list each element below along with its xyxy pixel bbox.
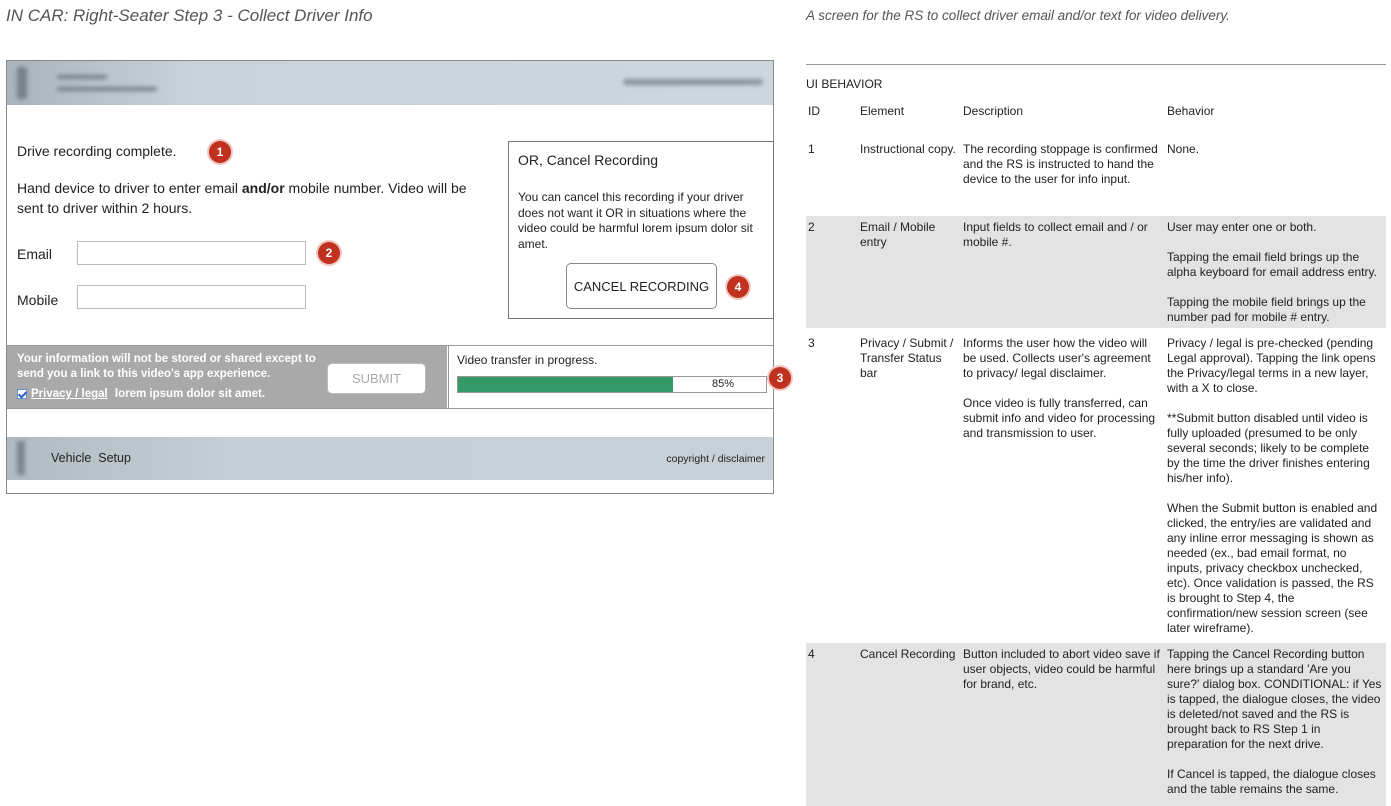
header-user-link[interactable] <box>623 79 763 85</box>
row-description: Button included to abort video save if u… <box>963 647 1163 692</box>
row-behavior: Tapping the Cancel Recording button here… <box>1167 647 1384 797</box>
description-paragraph: Informs the user how the video will be u… <box>963 336 1151 380</box>
email-field[interactable] <box>77 241 306 265</box>
header-description: Description <box>963 104 1024 118</box>
description-paragraph: Input fields to collect email and / or m… <box>963 220 1148 249</box>
table-row: 3 Privacy / Submit / Transfer Status bar I… <box>806 332 1386 635</box>
behavior-paragraph: Tapping the mobile field brings up the n… <box>1167 295 1366 324</box>
privacy-consent-row: Privacy / legal lorem ipsum dolor sit am… <box>17 388 265 400</box>
app-footer: Vehicle Setup copyright / disclaimer <box>7 437 773 480</box>
header-behavior: Behavior <box>1167 104 1215 118</box>
logo <box>17 65 177 101</box>
behavior-paragraph: When the Submit button is enabled and cl… <box>1167 501 1378 635</box>
transfer-label: Video transfer in progress. <box>457 353 598 367</box>
privacy-checkbox[interactable] <box>17 389 27 399</box>
row-element: Privacy / Submit / Transfer Status bar <box>860 336 954 380</box>
cancel-panel-body: You can cancel this recording if your dr… <box>518 190 753 251</box>
row-id: 4 <box>808 647 815 661</box>
privacy-notice: Your information will not be stored or s… <box>17 353 316 380</box>
table-row: 2 Email / Mobile entry Input fields to col… <box>806 216 1386 328</box>
row-element: Email / Mobile entry <box>860 220 936 249</box>
description-paragraph: The recording stoppage is confirmed and … <box>963 142 1158 186</box>
privacy-suffix: lorem ipsum dolor sit amet. <box>111 388 266 400</box>
cancel-recording-button[interactable]: CANCEL RECORDING <box>566 263 717 309</box>
email-label: Email <box>17 246 53 262</box>
divider <box>806 64 1386 65</box>
description-paragraph: Once video is fully transferred, can sub… <box>963 396 1156 440</box>
row-id: 3 <box>808 336 815 350</box>
behavior-paragraph: User may enter one or both. <box>1167 220 1317 234</box>
cancel-recording-panel: OR, Cancel Recording You can cancel this… <box>508 141 774 319</box>
behavior-paragraph: Tapping the email field brings up the al… <box>1167 250 1377 279</box>
progress-fill <box>458 377 673 392</box>
callout-badge-3: 3 <box>769 367 791 389</box>
table-header: ID Element Description Behavior <box>806 102 1386 122</box>
instruction-complete: Drive recording complete. <box>17 143 177 159</box>
row-behavior: Privacy / legal is pre-checked (pending … <box>1167 336 1384 636</box>
page-subtitle: A screen for the RS to collect driver em… <box>806 8 1230 23</box>
row-description: Informs the user how the video will be u… <box>963 336 1163 441</box>
row-id: 2 <box>808 220 815 234</box>
progress-percent: 85% <box>712 378 735 390</box>
cancel-panel-title: OR, Cancel Recording <box>518 152 659 168</box>
row-element: Instructional copy. <box>860 142 956 156</box>
privacy-panel: Your information will not be stored or s… <box>7 346 447 408</box>
callout-badge-2: 2 <box>318 242 340 264</box>
page-title: IN CAR: Right-Seater Step 3 - Collect Dr… <box>6 6 373 25</box>
row-description: The recording stoppage is confirmed and … <box>963 142 1163 187</box>
behavior-paragraph: Privacy / legal is pre-checked (pending … <box>1167 336 1376 395</box>
submit-bar: Your information will not be stored or s… <box>7 345 791 409</box>
mobile-label: Mobile <box>17 292 59 308</box>
transfer-progress-bar: 85% <box>457 376 767 393</box>
row-behavior: None. <box>1167 142 1384 157</box>
submit-button[interactable]: SUBMIT <box>327 363 426 394</box>
instruction-hand-device: Hand device to driver to enter email and… <box>17 180 467 216</box>
behavior-paragraph: **Submit button disabled until video is … <box>1167 411 1370 485</box>
description-paragraph: Button included to abort video save if u… <box>963 647 1160 691</box>
vehicle-setup-link[interactable]: Vehicle Setup <box>51 451 131 465</box>
table-row: 4 Cancel Recording Button included to abor… <box>806 643 1386 806</box>
transfer-status-panel: Video transfer in progress. 85% <box>448 346 773 408</box>
mobile-field[interactable] <box>77 285 306 309</box>
row-behavior: User may enter one or both. Tapping the e… <box>1167 220 1384 325</box>
callout-badge-4: 4 <box>727 276 749 298</box>
app-header <box>7 61 773 105</box>
row-id: 1 <box>808 142 815 156</box>
table-row: 1 Instructional copy. The recording stoppa… <box>806 138 1386 218</box>
ui-behavior-title: UI BEHAVIOR <box>806 77 883 91</box>
copyright-link[interactable]: copyright / disclaimer <box>666 453 765 465</box>
header-element: Element <box>860 104 905 118</box>
header-id: ID <box>808 104 820 118</box>
behavior-paragraph: If Cancel is tapped, the dialogue closes… <box>1167 767 1376 796</box>
behavior-paragraph: None. <box>1167 142 1200 156</box>
callout-badge-1: 1 <box>209 141 231 163</box>
wireframe-screen: Drive recording complete. 1 Hand device … <box>6 60 791 494</box>
row-description: Input fields to collect email and / or m… <box>963 220 1163 250</box>
privacy-legal-link[interactable]: Privacy / legal <box>31 388 108 400</box>
row-element: Cancel Recording <box>860 647 956 661</box>
behavior-paragraph: Tapping the Cancel Recording button here… <box>1167 647 1382 751</box>
footer-logo <box>17 441 25 475</box>
